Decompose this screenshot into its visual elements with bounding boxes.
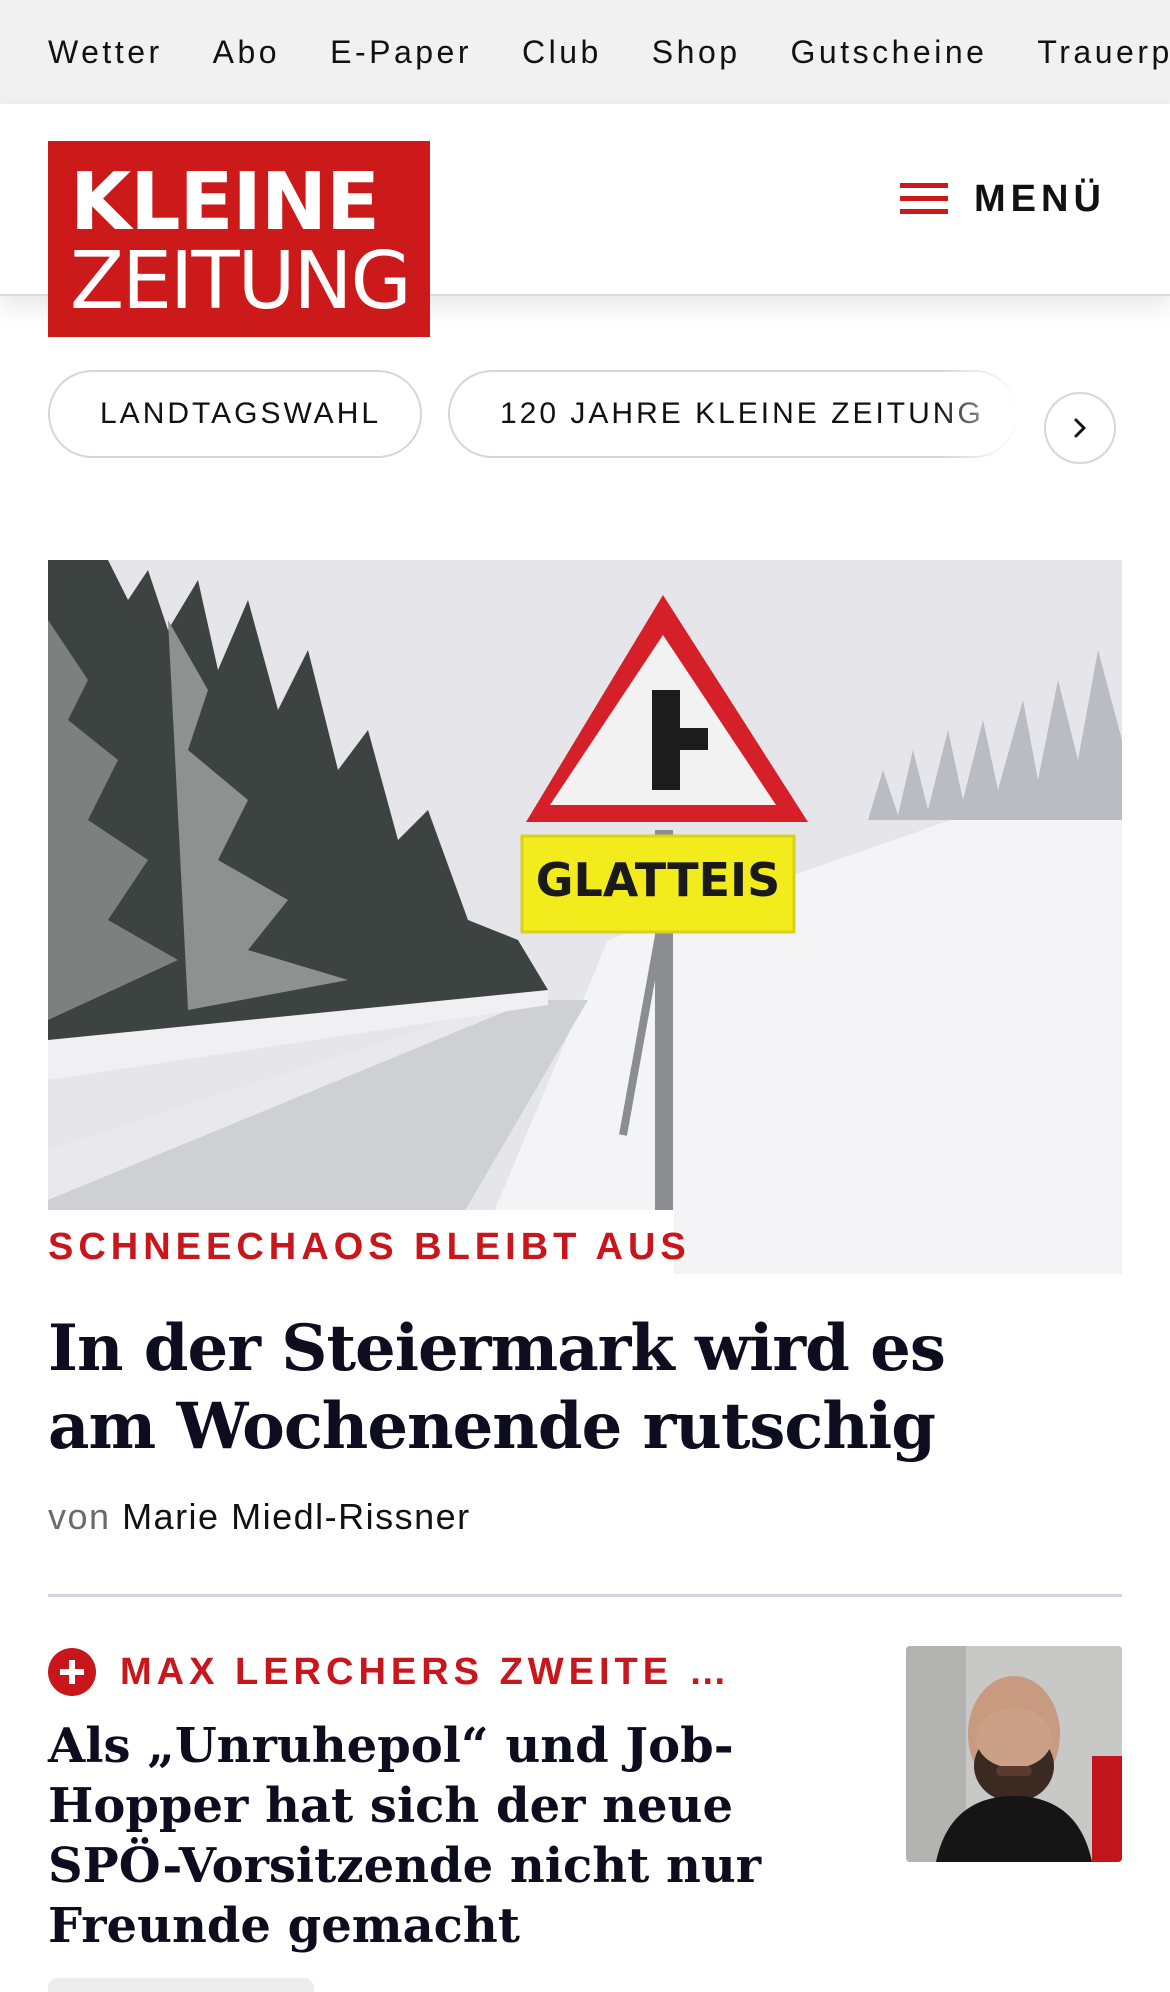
topic-pill-120-jahre[interactable]: 120 JAHRE KLEINE ZEITUNG (448, 370, 1018, 458)
logo-line-1: KLEINE (70, 156, 380, 248)
byline-prefix: von (48, 1496, 111, 1537)
tag-stub (48, 1978, 314, 1992)
utility-link-wetter[interactable]: Wetter (48, 34, 163, 71)
second-article-thumbnail[interactable] (906, 1646, 1122, 1862)
topic-pill-landtagswahl[interactable]: LANDTAGSWAHL (48, 370, 422, 458)
lead-article-image[interactable]: GLATTEIS (48, 560, 1122, 1274)
site-header: KLEINE ZEITUNG MENÜ (0, 104, 1170, 337)
byline-author[interactable]: Marie Miedl-Rissner (122, 1496, 471, 1537)
utility-nav: Wetter Abo E-Paper Club Shop Gutscheine … (48, 0, 1170, 104)
logo-line-2: ZEITUNG (70, 235, 412, 327)
menu-button[interactable]: MENÜ (900, 164, 1106, 234)
hamburger-icon (900, 181, 948, 217)
portrait-photo (906, 1646, 1122, 1862)
menu-label: MENÜ (974, 177, 1106, 220)
utility-link-shop[interactable]: Shop (652, 34, 741, 71)
lead-article-byline: von Marie Miedl-Rissner (48, 1496, 471, 1538)
utility-link-abo[interactable]: Abo (213, 34, 280, 71)
chevron-right-icon (1074, 418, 1086, 438)
lead-article-headline[interactable]: In der Steiermark wird es am Wochenende … (48, 1310, 948, 1466)
snowy-road-photo: GLATTEIS (48, 560, 1122, 1274)
topics-next-button[interactable] (1044, 392, 1116, 464)
utility-link-gutscheine[interactable]: Gutscheine (791, 34, 988, 71)
lead-article-kicker[interactable]: SCHNEECHAOS BLEIBT AUS (48, 1226, 691, 1269)
article-divider (48, 1594, 1122, 1597)
top-utility-bar: Wetter Abo E-Paper Club Shop Gutscheine … (0, 0, 1170, 104)
utility-link-epaper[interactable]: E-Paper (330, 34, 472, 71)
topic-pill-bar: LANDTAGSWAHL 120 JAHRE KLEINE ZEITUNG (48, 370, 1108, 490)
sign-text: GLATTEIS (536, 853, 781, 907)
plus-icon (48, 1648, 96, 1696)
second-article-headline[interactable]: Als „Unruhepol“ und Job-Hopper hat sich … (48, 1716, 768, 1956)
utility-link-trauerportal[interactable]: Trauerportal (1037, 34, 1170, 71)
utility-link-club[interactable]: Club (522, 34, 602, 71)
site-logo[interactable]: KLEINE ZEITUNG (48, 141, 430, 337)
second-article-kicker[interactable]: MAX LERCHERS ZWEITE KA… (120, 1648, 750, 1696)
